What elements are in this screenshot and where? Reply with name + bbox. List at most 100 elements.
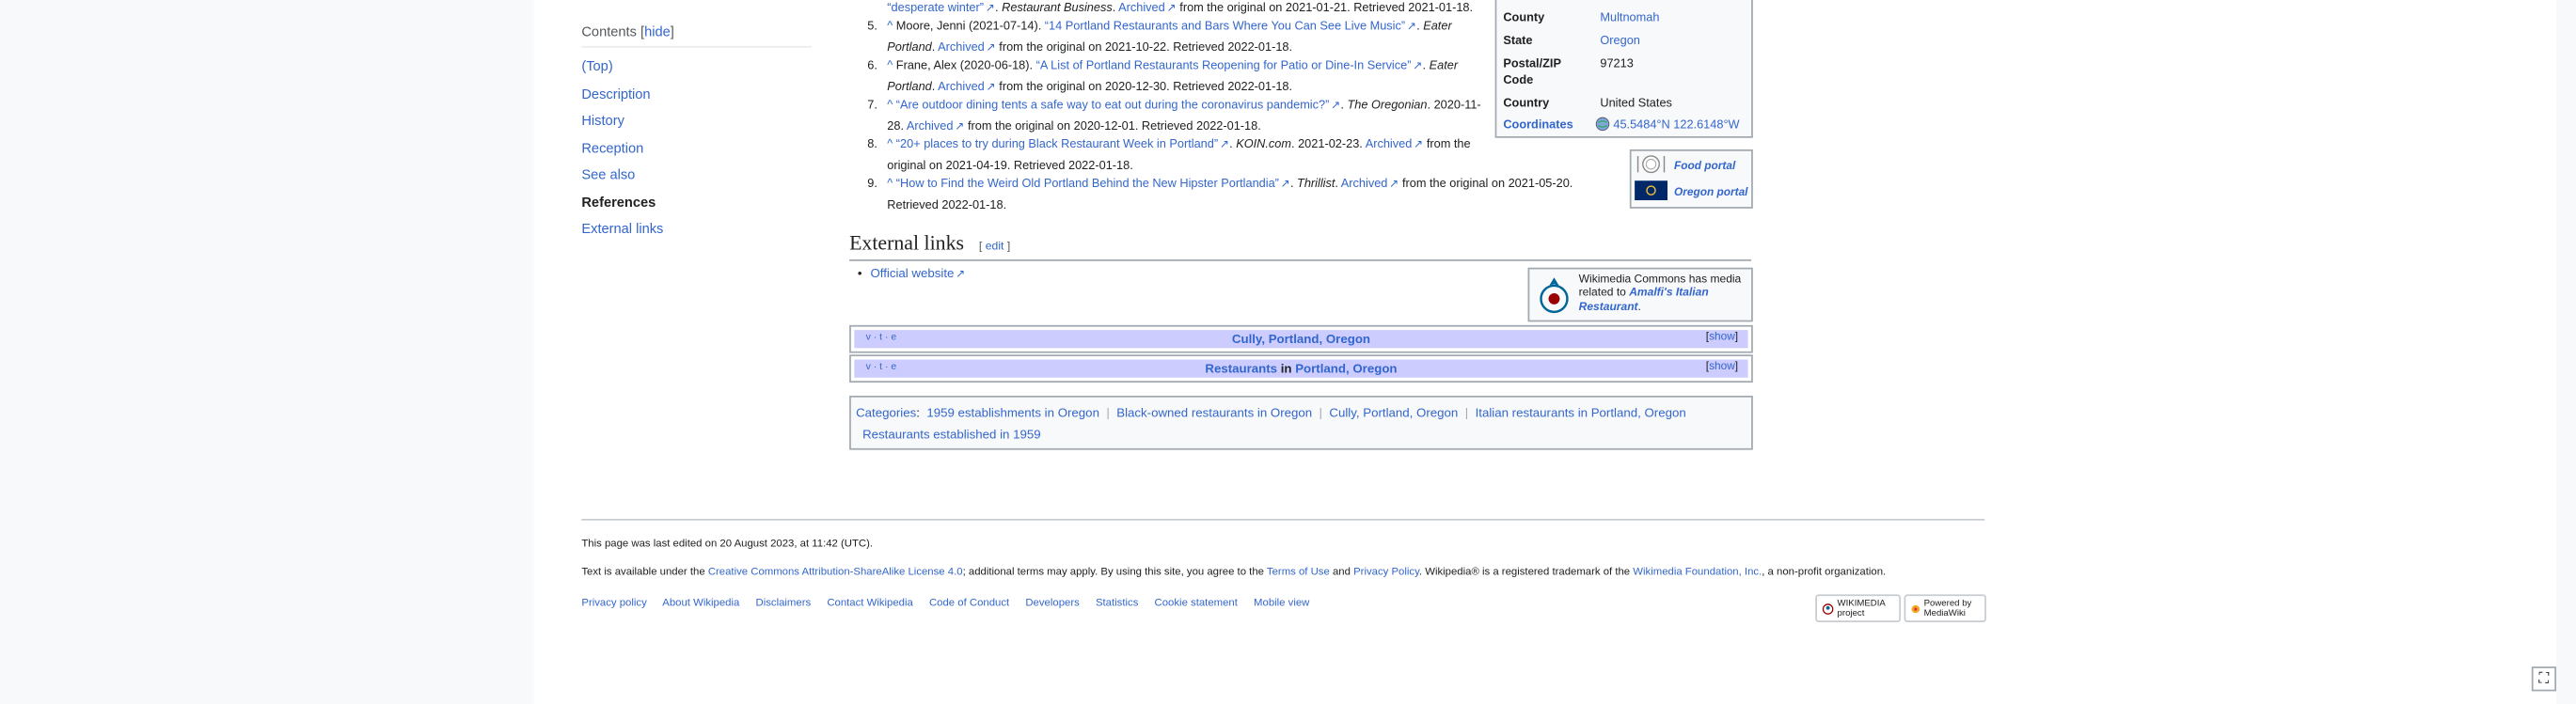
state-link[interactable]: Oregon — [1600, 33, 1640, 48]
oregon-portal-link[interactable]: Oregon portal — [1674, 186, 1747, 197]
reference-text: from the original on 2021-10-22. Retriev… — [995, 39, 1293, 55]
show-link[interactable]: show — [1709, 361, 1735, 372]
reference-text: 28. — [887, 117, 907, 133]
toc-item-reception[interactable]: Reception — [581, 139, 812, 155]
navbox-toggle[interactable]: [show] — [1706, 361, 1738, 372]
oregon-portal-item[interactable]: Oregon portal — [1635, 180, 1747, 203]
reference-link[interactable]: Archived — [1366, 136, 1424, 151]
coordinates-label[interactable]: Coordinates — [1503, 117, 1588, 133]
reference-number: 9. — [867, 175, 877, 191]
reference-link[interactable]: “A List of Portland Restaurants Reopenin… — [1036, 57, 1423, 72]
county-link[interactable]: Multnomah — [1600, 9, 1659, 24]
mediawiki-badge[interactable]: Powered by MediaWiki — [1904, 594, 1986, 623]
category-link[interactable]: 1959 establishments in Oregon — [926, 405, 1099, 420]
toc-item-description[interactable]: Description — [581, 85, 812, 101]
license-link[interactable]: Creative Commons Attribution-ShareAlike … — [708, 567, 963, 578]
table-of-contents: Contents [hide] (Top) Description Histor… — [581, 23, 812, 237]
reference-source: Thrillist — [1297, 175, 1335, 191]
coordinates-link[interactable]: 45.5484°N 122.6148°W — [1613, 117, 1739, 132]
zip-label: Postal/ZIP Code — [1503, 55, 1561, 87]
privacy-link[interactable]: Privacy Policy — [1353, 567, 1419, 578]
state-label: State — [1503, 32, 1533, 48]
expand-icon[interactable]: ⛶ — [2531, 666, 2557, 692]
toc-item-external-links[interactable]: External links — [581, 220, 812, 236]
reference-link[interactable]: “Are outdoor dining tents a safe way to … — [896, 97, 1341, 112]
reference-number: 7. — [867, 97, 877, 112]
navbox-toggle[interactable]: [show] — [1706, 332, 1738, 343]
reference-source: Eater — [1423, 18, 1452, 33]
reference-number: 6. — [867, 57, 877, 72]
globe-icon[interactable] — [1595, 117, 1610, 134]
reference-item: 7. ^ “Are outdoor dining tents a safe way… — [867, 95, 1577, 137]
navbox-title[interactable]: Cully, Portland, Oregon — [854, 332, 1747, 347]
category-link[interactable]: Italian restaurants in Portland, Oregon — [1476, 405, 1686, 420]
footer-link[interactable]: Contact Wikipedia — [827, 598, 913, 609]
footer-link[interactable]: Cookie statement — [1155, 598, 1238, 609]
reference-text: . — [931, 78, 939, 94]
reference-link[interactable]: Archived — [1341, 176, 1399, 191]
toc-hide-link[interactable]: hide — [644, 23, 671, 39]
food-portal-item[interactable]: Food portal — [1635, 154, 1735, 177]
wikimedia-badge[interactable]: WIKIMEDIA project — [1815, 594, 1902, 623]
footer-link[interactable]: Disclaimers — [756, 598, 812, 609]
edit-section: [ edit ] — [978, 241, 1011, 254]
reference-link[interactable]: “14 Portland Restaurants and Bars Where … — [1045, 18, 1416, 33]
food-portal-link[interactable]: Food portal — [1674, 160, 1735, 171]
mediawiki-logo-icon — [1911, 603, 1920, 613]
navbox-cully: v · t · e Cully, Portland, Oregon [show] — [849, 324, 1753, 353]
reference-link[interactable]: “20+ places to try during Black Restaura… — [896, 136, 1229, 151]
footer-link[interactable]: Developers — [1025, 598, 1079, 609]
footer-links: Privacy policy About Wikipedia Disclaime… — [581, 598, 1309, 609]
wikimedia-badge-text: WIKIMEDIA project — [1837, 598, 1886, 618]
restaurants-link[interactable]: Restaurants — [1205, 361, 1277, 376]
commons-box: Wikimedia Commons has media related to A… — [1527, 267, 1753, 322]
show-link[interactable]: show — [1709, 332, 1735, 343]
footer-link[interactable]: Code of Conduct — [929, 598, 1009, 609]
categories-box: Categories: 1959 establishments in Orego… — [849, 395, 1753, 450]
categories-label[interactable]: Categories — [856, 405, 916, 420]
category-link[interactable]: Cully, Portland, Oregon — [1329, 405, 1458, 420]
official-website-link[interactable]: Official website — [870, 266, 965, 281]
reference-link[interactable]: “desperate winter” — [887, 0, 995, 15]
reference-item: 5. ^ Moore, Jenni (2021-07-14). “14 Portl… — [867, 16, 1577, 58]
reference-text: from the original on 2021-01-21. Retriev… — [1176, 0, 1474, 15]
footer-link[interactable]: Privacy policy — [581, 598, 646, 609]
terms-link[interactable]: Terms of Use — [1267, 567, 1330, 578]
external-links-list: • Official website — [858, 266, 966, 281]
toc-title: Contents — [581, 23, 637, 39]
reference-link[interactable]: Archived — [1118, 0, 1177, 15]
reference-item: 8. ^ “20+ places to try during Black Rest… — [867, 134, 1577, 175]
reference-source: Restaurant Business — [1002, 0, 1113, 15]
reference-link[interactable]: Archived — [938, 39, 996, 55]
reference-text: Frane, Alex (2020-06-18). — [895, 57, 1036, 72]
reference-line: ^ Frane, Alex (2020-06-18). “A List of P… — [887, 55, 1577, 76]
plate-icon — [1635, 154, 1667, 177]
category-link[interactable]: Restaurants established in 1959 — [862, 427, 1041, 442]
wikimedia-logo-icon — [1822, 602, 1834, 614]
category-link[interactable]: Black-owned restaurants in Oregon — [1116, 405, 1312, 420]
nonprofit-text: , a non-profit organization. — [1762, 566, 1887, 578]
last-edited: This page was last edited on 20 August 2… — [581, 538, 874, 551]
reference-link[interactable]: Archived — [938, 78, 996, 93]
footer-link[interactable]: Statistics — [1096, 598, 1138, 609]
toc-item-references[interactable]: References — [581, 193, 812, 209]
reference-number: 8. — [867, 135, 877, 151]
reference-text: . — [1422, 57, 1430, 72]
license-pre: Text is available under the — [581, 566, 708, 578]
footer-divider — [581, 518, 1985, 521]
reference-text: . — [1112, 0, 1119, 15]
toc-item-history[interactable]: History — [581, 112, 812, 128]
footer-link[interactable]: Mobile view — [1254, 598, 1309, 609]
edit-link[interactable]: edit — [986, 242, 1004, 253]
external-links-heading: External links [ edit ] — [849, 231, 1752, 261]
license-text: Text is available under the Creative Com… — [581, 567, 1886, 578]
reference-link[interactable]: “How to Find the Weird Old Portland Behi… — [896, 176, 1290, 191]
footer-link[interactable]: About Wikipedia — [662, 598, 739, 609]
portland-link[interactable]: Portland, Oregon — [1295, 361, 1397, 376]
navbox-title: Restaurants in Portland, Oregon — [854, 361, 1747, 376]
toc-item-top[interactable]: (Top) — [581, 57, 812, 73]
wmf-link[interactable]: Wikimedia Foundation, Inc. — [1633, 567, 1762, 578]
mediawiki-badge-text: Powered by MediaWiki — [1923, 598, 1972, 618]
toc-item-see-also[interactable]: See also — [581, 165, 812, 181]
reference-link[interactable]: Archived — [907, 117, 965, 133]
